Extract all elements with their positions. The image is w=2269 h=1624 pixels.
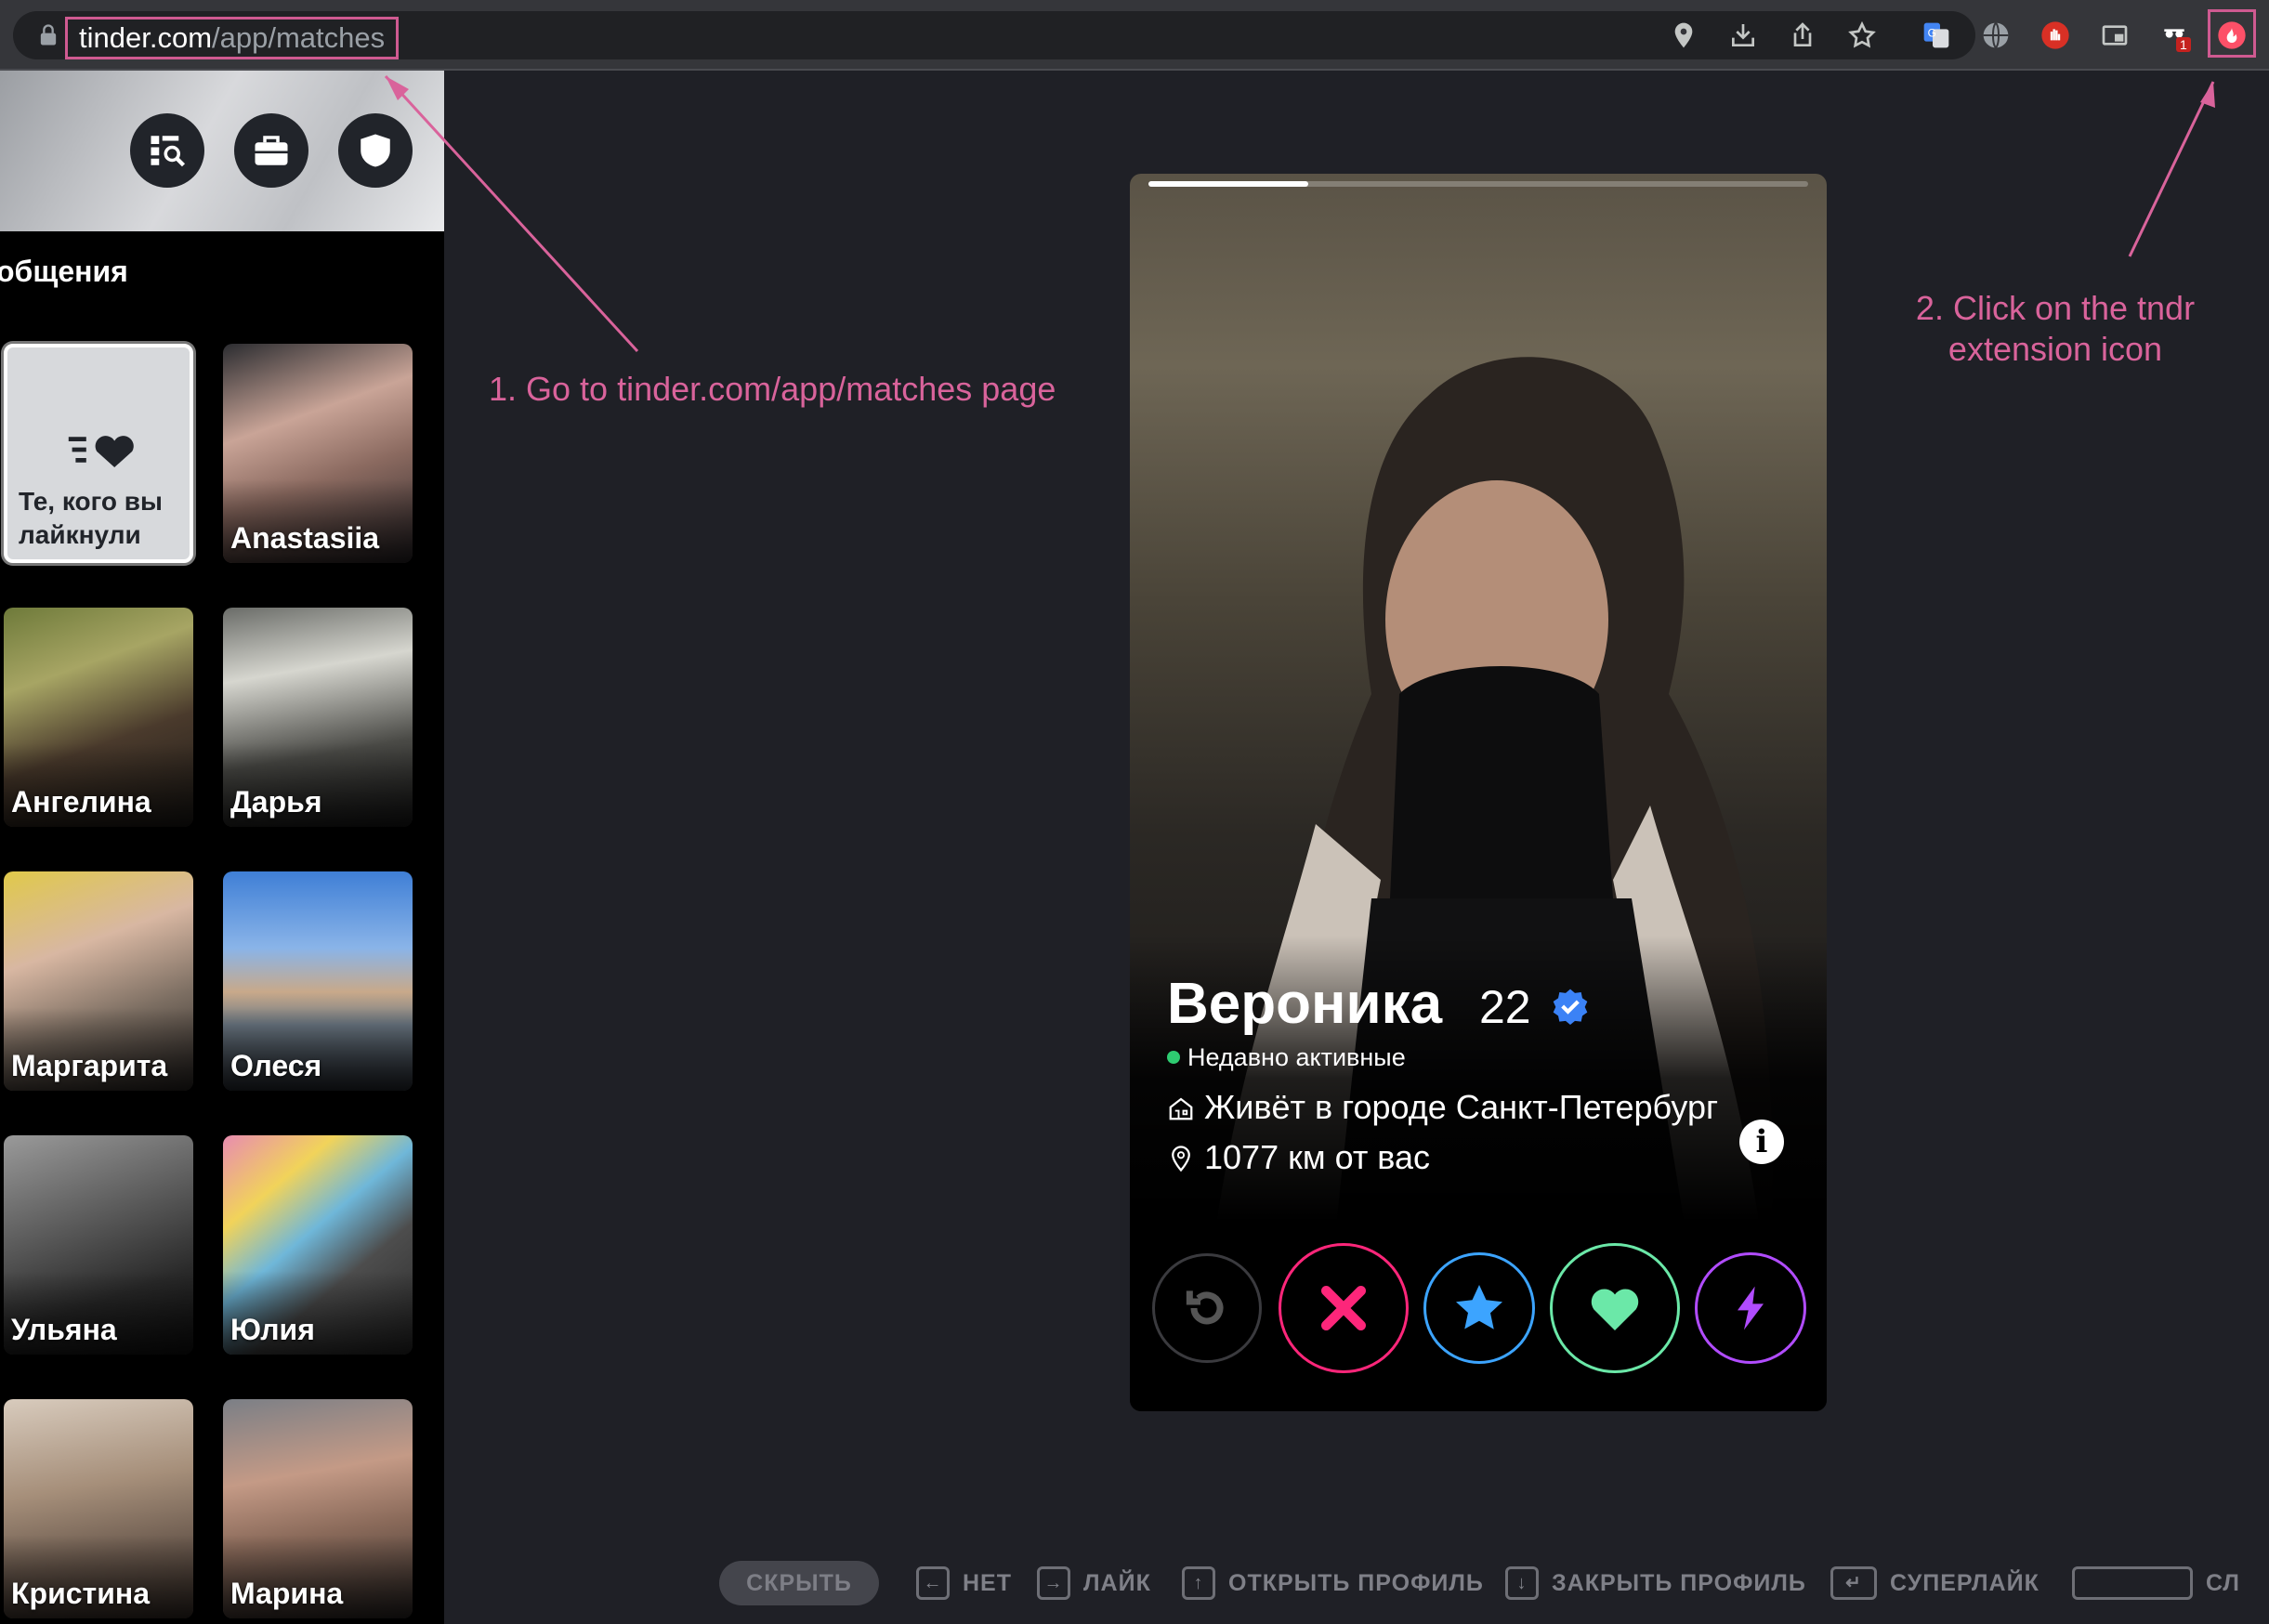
arrow-left-key-icon: ← [916,1566,950,1600]
annotation-step-2-line-2: extension icon [1948,330,2163,368]
arrow-up-key-icon: ↑ [1182,1566,1215,1600]
hotkey-close-profile: ↓ ЗАКРЫТЬ ПРОФИЛЬ [1505,1561,1806,1605]
annotation-step-1: 1. Go to tinder.com/app/matches page [489,370,1056,408]
annotation-step-2: 2. Click on the tndr extension icon [1897,288,2213,370]
annotation-arrows [384,74,2215,353]
arrow-right-key-icon: → [1037,1566,1070,1600]
annotation-step-2-line-1: 2. Click on the tndr [1915,289,2196,327]
hotkey-nope: ← НЕТ [916,1561,1012,1605]
hotkey-open-profile: ↑ ОТКРЫТЬ ПРОФИЛЬ [1182,1561,1484,1605]
hotkeys-bar: СКРЫТЬ ← НЕТ → ЛАЙК ↑ ОТКРЫТЬ ПРОФИЛЬ ↓ ЗАКР… [719,1561,2269,1605]
hide-hotkeys-button[interactable]: СКРЫТЬ [719,1561,879,1605]
hotkey-superlike: ↵ СУПЕРЛАЙК [1830,1561,2039,1605]
arrow-down-key-icon: ↓ [1505,1566,1539,1600]
hotkey-label: ЛАЙК [1083,1569,1151,1596]
hotkey-like: → ЛАЙК [1037,1561,1151,1605]
hotkey-label: ЗАКРЫТЬ ПРОФИЛЬ [1552,1569,1806,1596]
space-key-icon [2072,1566,2193,1600]
hotkey-label: ОТКРЫТЬ ПРОФИЛЬ [1228,1569,1484,1596]
enter-key-icon: ↵ [1830,1566,1877,1600]
hotkey-label: НЕТ [963,1569,1012,1596]
hotkey-label: СЛ [2206,1569,2240,1596]
hotkey-label: СУПЕРЛАЙК [1890,1569,2039,1596]
hotkey-boost: СЛ [2072,1561,2240,1605]
